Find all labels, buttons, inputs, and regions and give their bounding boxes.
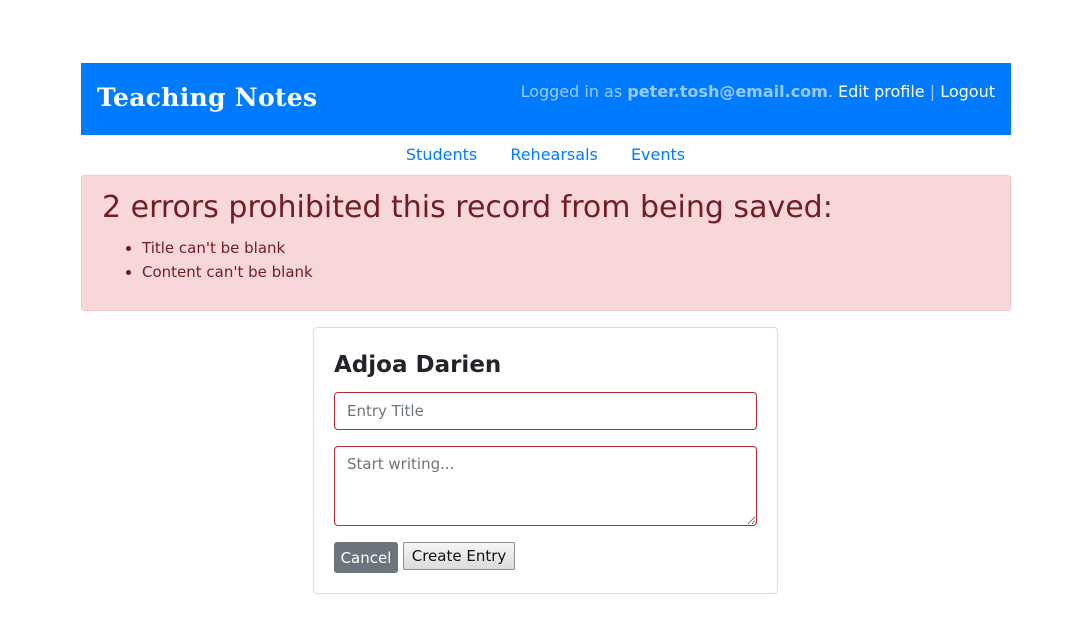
brand-title[interactable]: Teaching Notes bbox=[97, 83, 317, 112]
logout-link[interactable]: Logout bbox=[940, 82, 995, 101]
create-entry-button[interactable]: Create Entry bbox=[403, 542, 515, 570]
user-bar: Logged in as peter.tosh@email.com. Edit … bbox=[521, 82, 995, 101]
error-alert: 2 errors prohibited this record from bei… bbox=[81, 175, 1011, 311]
logged-in-prefix: Logged in as bbox=[520, 82, 628, 101]
app-header: Teaching Notes Logged in as peter.tosh@e… bbox=[81, 63, 1011, 135]
student-name: Adjoa Darien bbox=[334, 352, 502, 378]
email-period: . bbox=[827, 82, 833, 101]
error-list: Title can't be blank Content can't be bl… bbox=[104, 236, 313, 284]
separator: | bbox=[929, 82, 936, 101]
error-heading: 2 errors prohibited this record from bei… bbox=[102, 190, 833, 225]
cancel-button[interactable]: Cancel bbox=[334, 542, 398, 573]
error-item: Content can't be blank bbox=[142, 260, 313, 284]
nav-events[interactable]: Events bbox=[631, 145, 685, 164]
user-email: peter.tosh@email.com bbox=[627, 82, 828, 101]
entry-title-input[interactable] bbox=[334, 392, 757, 430]
nav-students[interactable]: Students bbox=[406, 145, 477, 164]
error-item: Title can't be blank bbox=[142, 236, 313, 260]
entry-form-card: Adjoa Darien Cancel Create Entry bbox=[313, 327, 778, 594]
nav-rehearsals[interactable]: Rehearsals bbox=[510, 145, 598, 164]
entry-content-textarea[interactable] bbox=[334, 446, 757, 526]
edit-profile-link[interactable]: Edit profile bbox=[838, 82, 925, 101]
main-nav: Students Rehearsals Events bbox=[0, 145, 1091, 164]
